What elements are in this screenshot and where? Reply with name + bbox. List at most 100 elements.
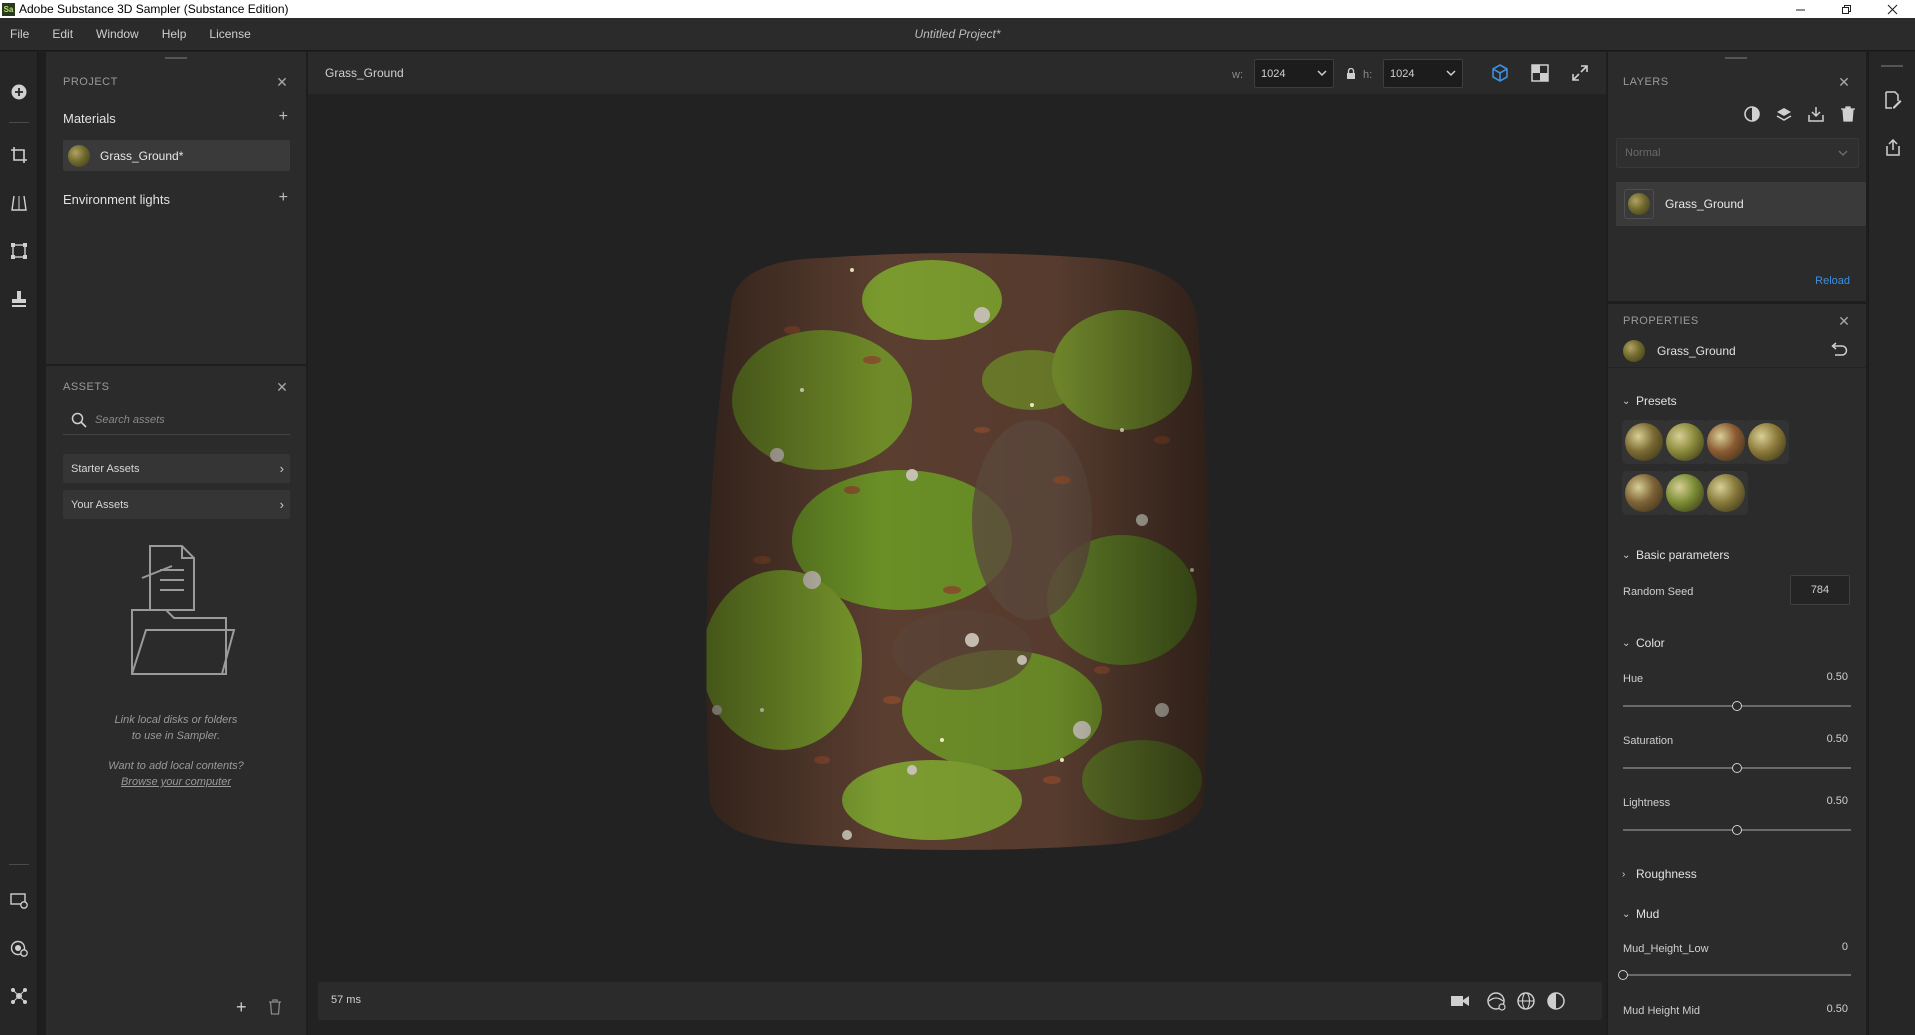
material-item[interactable]: Grass_Ground* — [63, 140, 290, 171]
lightness-slider-thumb[interactable] — [1732, 825, 1742, 835]
presets-label: Presets — [1636, 394, 1677, 408]
menu-window[interactable]: Window — [96, 27, 139, 41]
preset-swatch[interactable] — [1704, 420, 1748, 464]
your-assets-row[interactable]: Your Assets › — [63, 490, 290, 519]
display-settings-button[interactable] — [9, 890, 29, 910]
adjustment-layer-button[interactable] — [1742, 104, 1762, 124]
import-layer-button[interactable] — [1806, 104, 1826, 124]
roughness-group-toggle[interactable]: › Roughness — [1622, 867, 1697, 881]
fullscreen-button[interactable] — [1570, 63, 1590, 83]
delete-layer-button[interactable] — [1838, 104, 1858, 124]
preset-swatch[interactable] — [1622, 420, 1666, 464]
crop-button[interactable] — [9, 145, 29, 165]
stamp-icon — [12, 291, 26, 307]
reload-link[interactable]: Reload — [1815, 275, 1850, 287]
export-settings-button[interactable] — [1883, 90, 1903, 110]
layer-item[interactable]: Grass_Ground — [1616, 182, 1866, 226]
lightness-slider[interactable] — [1623, 825, 1851, 835]
chevron-down-icon — [1838, 149, 1848, 156]
width-label: w: — [1232, 69, 1243, 81]
mud-height-low-slider[interactable] — [1618, 970, 1851, 980]
stamp-button[interactable] — [9, 289, 29, 309]
material-library-button[interactable] — [9, 938, 29, 958]
menu-edit[interactable]: Edit — [52, 27, 73, 41]
menu-help[interactable]: Help — [162, 27, 187, 41]
project-close-button[interactable]: ✕ — [275, 75, 289, 89]
perspective-button[interactable] — [9, 193, 29, 213]
chevron-right-icon: › — [279, 461, 284, 476]
material-library-icon — [10, 940, 28, 957]
preset-swatch[interactable] — [1622, 471, 1666, 515]
minimize-button[interactable] — [1777, 0, 1823, 18]
random-seed-field[interactable]: 784 — [1790, 575, 1850, 605]
add-asset-button[interactable]: + — [236, 997, 247, 1018]
mud-height-low-slider-thumb[interactable] — [1618, 970, 1628, 980]
preset-swatch[interactable] — [1663, 420, 1707, 464]
menu-file[interactable]: File — [10, 27, 29, 41]
starter-assets-row[interactable]: Starter Assets › — [63, 454, 290, 483]
chevron-down-icon: ⌄ — [1622, 395, 1631, 407]
color-group-toggle[interactable]: ⌄ Color — [1622, 636, 1665, 650]
share-button[interactable] — [1883, 138, 1903, 158]
panel-drag-handle[interactable] — [1725, 57, 1747, 59]
hue-slider-thumb[interactable] — [1732, 701, 1742, 711]
3d-view-button[interactable] — [1490, 63, 1510, 83]
transform-button[interactable] — [9, 241, 29, 261]
height-select[interactable]: 1024 — [1383, 59, 1463, 88]
search-assets-input[interactable] — [95, 413, 275, 426]
project-panel: PROJECT ✕ Materials + Grass_Ground* Envi… — [46, 52, 306, 364]
preset-swatch[interactable] — [1663, 471, 1707, 515]
browse-computer-link[interactable]: Browse your computer — [46, 774, 306, 790]
2d-view-button[interactable] — [1530, 63, 1550, 83]
lock-icon[interactable] — [1346, 68, 1356, 80]
properties-material-name: Grass_Ground — [1657, 343, 1736, 358]
add-material-button[interactable]: + — [279, 108, 288, 126]
saturation-slider[interactable] — [1623, 763, 1851, 773]
close-icon — [1887, 4, 1897, 14]
menu-license[interactable]: License — [209, 27, 250, 41]
app-logo-icon: Sa — [2, 2, 15, 16]
materials-section-title: Materials — [63, 111, 116, 126]
panel-drag-handle[interactable] — [1881, 65, 1903, 67]
camera-button[interactable] — [1450, 991, 1470, 1011]
layer-thumbnail — [1628, 193, 1650, 215]
hue-label: Hue — [1623, 673, 1644, 685]
saturation-slider-thumb[interactable] — [1732, 763, 1742, 773]
title-bar: Sa Adobe Substance 3D Sampler (Substance… — [0, 0, 1915, 18]
preset-swatch[interactable] — [1704, 471, 1748, 515]
presets-group-toggle[interactable]: ⌄ Presets — [1622, 394, 1677, 408]
reset-icon[interactable] — [1830, 342, 1848, 358]
chevron-down-icon: ⌄ — [1622, 549, 1631, 561]
add-layer-button[interactable] — [9, 82, 29, 102]
restore-button[interactable] — [1823, 0, 1869, 18]
width-select[interactable]: 1024 — [1254, 59, 1334, 88]
basic-parameters-toggle[interactable]: ⌄ Basic parameters — [1622, 548, 1729, 562]
preset-swatch[interactable] — [1745, 420, 1789, 464]
plugins-button[interactable] — [9, 986, 29, 1006]
layer-mask-button[interactable] — [1774, 104, 1794, 124]
viewport-3d[interactable]: Grass_Ground w: 1024 h: 1024 57 ms — [308, 52, 1606, 1035]
document-edit-icon — [1885, 91, 1902, 109]
add-environment-light-button[interactable]: + — [279, 189, 288, 207]
close-window-button[interactable] — [1869, 0, 1915, 18]
shading-button[interactable] — [1516, 991, 1536, 1011]
mud-group-toggle[interactable]: ⌄ Mud — [1622, 907, 1659, 921]
properties-panel: PROPERTIES ✕ Grass_Ground ⌄ Presets ⌄ Ba… — [1608, 304, 1866, 1035]
saturation-label: Saturation — [1623, 735, 1674, 747]
panel-drag-handle[interactable] — [165, 57, 187, 59]
blend-mode-select[interactable]: Normal — [1616, 138, 1859, 168]
render-mode-button[interactable] — [1546, 991, 1566, 1011]
hue-slider[interactable] — [1623, 701, 1851, 711]
color-label: Color — [1636, 636, 1665, 650]
plugins-icon — [11, 988, 27, 1004]
random-seed-value: 784 — [1810, 584, 1830, 596]
properties-close-button[interactable]: ✕ — [1837, 314, 1851, 328]
globe-icon — [1517, 992, 1535, 1010]
layers-close-button[interactable]: ✕ — [1837, 75, 1851, 89]
trash-icon[interactable] — [268, 999, 282, 1015]
material-thumbnail — [68, 144, 90, 167]
assets-close-button[interactable]: ✕ — [275, 380, 289, 394]
environment-button[interactable] — [1486, 991, 1506, 1011]
material-preview-cylinder[interactable] — [702, 240, 1212, 855]
add-circle-icon — [11, 84, 27, 100]
